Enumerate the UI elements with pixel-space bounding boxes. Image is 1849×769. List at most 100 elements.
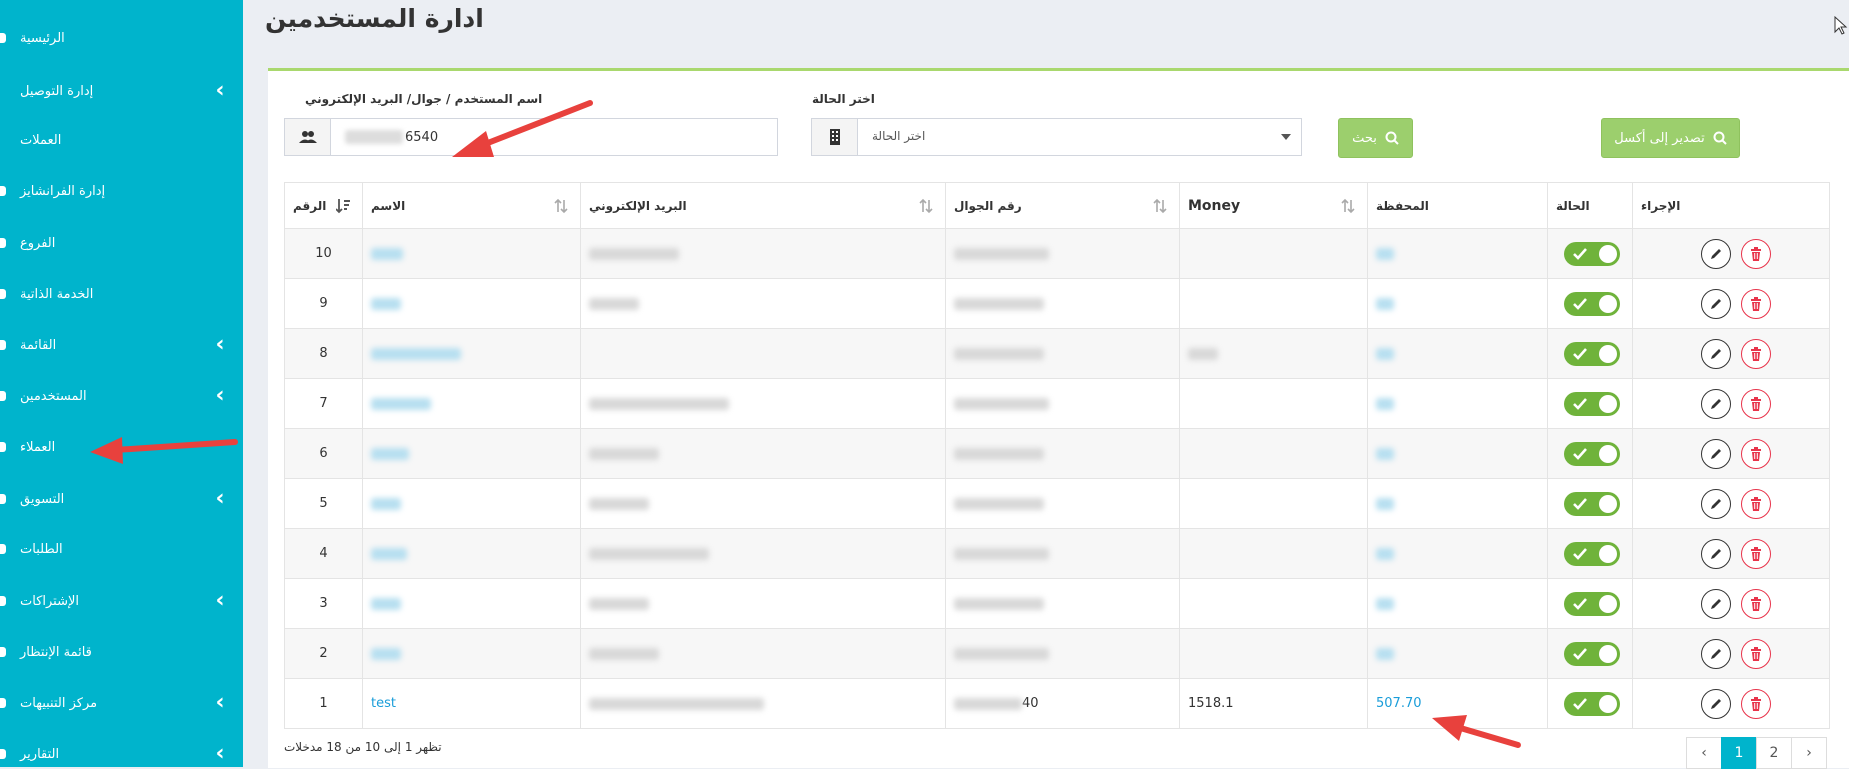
sidebar-item-icon — [0, 391, 6, 401]
column-header-name[interactable]: الاسم — [362, 182, 581, 229]
mouse-cursor-icon — [1834, 16, 1848, 35]
redacted-text — [1376, 347, 1394, 360]
sidebar-item-waiting-list[interactable]: قائمة الإنتظار — [0, 632, 243, 672]
delete-button[interactable] — [1741, 288, 1771, 319]
sidebar-item-users[interactable]: المستخدمين — [0, 376, 243, 416]
table-row: 3 — [284, 578, 1830, 629]
column-header-phone[interactable]: رقم الجوال — [945, 182, 1180, 229]
cell-email — [580, 278, 946, 329]
column-header-email[interactable]: البريد الإلكتروني — [580, 182, 946, 229]
customer-wallet: 507.70 — [1376, 696, 1422, 711]
cell-name[interactable] — [362, 478, 581, 529]
cell-name[interactable] — [362, 528, 581, 579]
sidebar-item-menu[interactable]: القائمة — [0, 325, 243, 365]
status-toggle[interactable] — [1564, 491, 1620, 516]
edit-button[interactable] — [1701, 538, 1731, 569]
edit-button[interactable] — [1701, 388, 1731, 419]
status-toggle[interactable] — [1564, 341, 1620, 366]
edit-button[interactable] — [1701, 238, 1731, 269]
edit-button[interactable] — [1701, 638, 1731, 669]
table-row: 9 — [284, 278, 1830, 329]
edit-button[interactable] — [1701, 338, 1731, 369]
sidebar-item-currencies[interactable]: العملات — [0, 120, 243, 160]
delete-button[interactable] — [1741, 438, 1771, 469]
delete-button[interactable] — [1741, 488, 1771, 519]
sidebar-item-customers[interactable]: العملاء — [0, 427, 243, 467]
cell-name[interactable]: test — [362, 678, 581, 729]
redacted-text — [589, 397, 729, 410]
cell-name[interactable] — [362, 228, 581, 279]
pagination-page[interactable]: 2 — [1756, 737, 1792, 769]
sidebar-item-self-service[interactable]: الخدمة الذاتية — [0, 274, 243, 314]
delete-button[interactable] — [1741, 338, 1771, 369]
cell-name[interactable] — [362, 578, 581, 629]
pagination-next[interactable]: › — [1791, 737, 1827, 769]
toggle-knob — [1599, 544, 1617, 563]
search-input[interactable]: 6540 — [345, 119, 767, 155]
sidebar-item-icon — [0, 238, 6, 248]
cell-email — [580, 478, 946, 529]
sidebar-item-icon — [0, 33, 6, 43]
status-select[interactable]: اختر الحالة — [811, 118, 1302, 156]
redacted-text — [954, 647, 1049, 660]
cell-wallet — [1367, 478, 1548, 529]
delete-button[interactable] — [1741, 388, 1771, 419]
pagination-page[interactable]: 1 — [1721, 737, 1757, 769]
users-icon — [285, 119, 331, 155]
status-toggle[interactable] — [1564, 541, 1620, 566]
column-header-money[interactable]: Money — [1179, 182, 1368, 229]
status-toggle[interactable] — [1564, 591, 1620, 616]
cell-wallet — [1367, 578, 1548, 629]
status-toggle[interactable] — [1564, 441, 1620, 466]
row-number: 4 — [319, 546, 328, 561]
sidebar-item-home[interactable]: الرئيسية — [0, 18, 243, 58]
cell-phone — [945, 428, 1180, 479]
sidebar-item-delivery[interactable]: إدارة التوصيل — [0, 71, 243, 111]
sidebar-item-branches[interactable]: الفروع — [0, 223, 243, 263]
sidebar-item-subscriptions[interactable]: الإشتراكات — [0, 581, 243, 621]
edit-button[interactable] — [1701, 288, 1731, 319]
check-icon — [1573, 547, 1587, 560]
pagination-prev[interactable]: ‹ — [1686, 737, 1722, 769]
delete-button[interactable] — [1741, 588, 1771, 619]
edit-button[interactable] — [1701, 588, 1731, 619]
cell-number: 3 — [284, 578, 363, 629]
sidebar-item-icon — [0, 289, 6, 299]
customer-name-link[interactable]: test — [371, 696, 396, 711]
sidebar-item-notifications[interactable]: مركز التنبيهات — [0, 683, 243, 723]
redacted-text — [371, 297, 401, 310]
status-toggle[interactable] — [1564, 691, 1620, 716]
cell-name[interactable] — [362, 328, 581, 379]
status-toggle[interactable] — [1564, 291, 1620, 316]
delete-button[interactable] — [1741, 538, 1771, 569]
sidebar-item-orders[interactable]: الطلبات — [0, 529, 243, 569]
edit-button[interactable] — [1701, 488, 1731, 519]
cell-email — [580, 678, 946, 729]
edit-button[interactable] — [1701, 688, 1731, 719]
pencil-icon — [1711, 448, 1721, 459]
redacted-text — [371, 647, 401, 660]
redacted-text — [954, 547, 1049, 560]
cell-name[interactable] — [362, 278, 581, 329]
status-toggle[interactable] — [1564, 391, 1620, 416]
delete-button[interactable] — [1741, 688, 1771, 719]
status-toggle[interactable] — [1564, 641, 1620, 666]
cell-name[interactable] — [362, 428, 581, 479]
column-header-number[interactable]: الرقم — [284, 182, 363, 229]
cell-name[interactable] — [362, 628, 581, 679]
cell-status — [1547, 628, 1633, 679]
cell-name[interactable] — [362, 378, 581, 429]
edit-button[interactable] — [1701, 438, 1731, 469]
check-icon — [1573, 497, 1587, 510]
redacted-text — [589, 497, 649, 510]
search-button[interactable]: بحث — [1338, 118, 1413, 158]
sidebar-item-franchise[interactable]: إدارة الفرانشايز — [0, 171, 243, 211]
sidebar-item-marketing[interactable]: التسويق — [0, 479, 243, 519]
delete-button[interactable] — [1741, 238, 1771, 269]
sidebar-item-reports[interactable]: التقارير — [0, 734, 243, 767]
delete-button[interactable] — [1741, 638, 1771, 669]
status-toggle[interactable] — [1564, 241, 1620, 266]
cell-email — [580, 378, 946, 429]
export-excel-button[interactable]: تصدير إلى أكسل — [1601, 118, 1740, 158]
toggle-knob — [1599, 344, 1617, 363]
